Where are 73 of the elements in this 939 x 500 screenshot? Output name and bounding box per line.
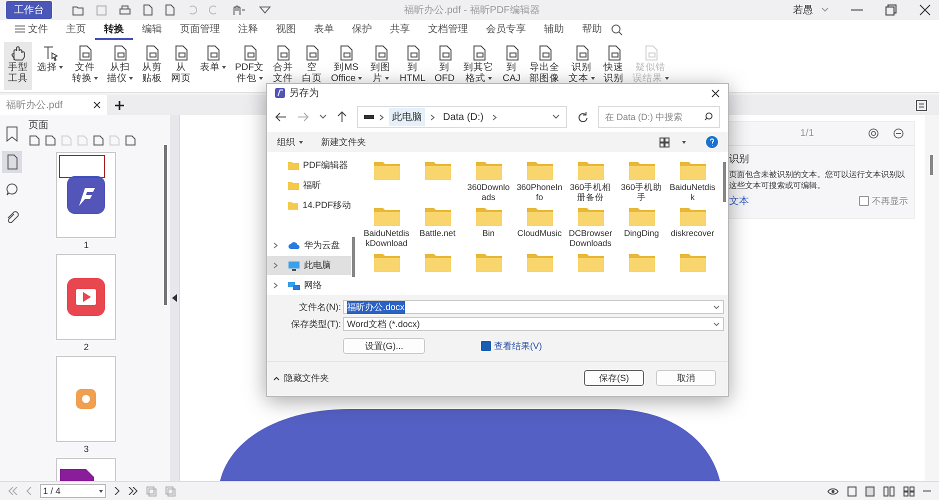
page-number: 1: [84, 240, 89, 250]
ribbon-tab[interactable]: 文档管理: [419, 20, 477, 40]
ocr-title: 识别: [729, 153, 750, 166]
ribbon-tool-button[interactable]: 到 OFD: [430, 42, 459, 90]
folder-name[interactable]: Battle.net: [414, 228, 460, 238]
ribbon-tab[interactable]: 保护: [343, 20, 381, 40]
document-tab[interactable]: 福昕办公.pdf: [0, 95, 107, 115]
ribbon-tab[interactable]: 表单: [305, 20, 343, 40]
ribbon-tab[interactable]: 共享: [381, 20, 419, 40]
ribbon-tab[interactable]: 编辑: [133, 20, 171, 40]
filename-field[interactable]: 福昕办公.docx: [343, 300, 724, 314]
ribbon-tool-button[interactable]: 选择: [33, 42, 67, 90]
folder-name[interactable]: Bin: [466, 228, 512, 238]
view-result-checkbox[interactable]: 查看结果(V): [481, 340, 542, 352]
nav-item[interactable]: 14.PDF移动: [267, 196, 351, 215]
ribbon-tool-button[interactable]: 从扫 描仪: [103, 42, 137, 90]
ribbon-tab[interactable]: 视图: [267, 20, 305, 40]
new-folder-button[interactable]: 新建文件夹: [321, 136, 366, 148]
folder-name[interactable]: diskrecover: [670, 228, 716, 238]
ribbon-tool-button[interactable]: 文件 转换: [68, 42, 102, 90]
nav-item[interactable]: PDF编辑器: [267, 156, 351, 175]
page-number: 2: [84, 342, 89, 352]
page-number-field[interactable]: 1 / 4: [40, 484, 106, 498]
ribbon-tool-button[interactable]: 从 网页: [167, 42, 195, 90]
page-indicator: 1/1: [800, 128, 814, 139]
page-number: 3: [84, 444, 89, 454]
document-tab-label: 福昕办公.pdf: [6, 98, 63, 112]
organize-button[interactable]: 组织: [277, 136, 303, 148]
ribbon-tab[interactable]: 帮助: [573, 20, 611, 40]
file-menu[interactable]: 文件: [6, 20, 57, 40]
nav-item[interactable]: 福昕: [267, 176, 351, 195]
ribbon-tool-button[interactable]: 到 CAJ: [498, 42, 525, 90]
ribbon-tool-button[interactable]: 手型 工具: [4, 42, 32, 90]
dialog-title: 另存为: [289, 86, 319, 100]
folder-name[interactable]: DingDing: [618, 228, 664, 238]
folder-name[interactable]: BaiduNetdiskDownload: [364, 228, 410, 248]
panel-title: 页面: [28, 119, 50, 132]
ribbon-tool-button[interactable]: 到 HTML: [396, 42, 430, 90]
ribbon-tab[interactable]: 注释: [229, 20, 267, 40]
nav-item[interactable]: 网络: [267, 276, 351, 295]
ribbon-tab[interactable]: 主页: [57, 20, 95, 40]
ribbon-tool-button[interactable]: 导出全 部图像: [526, 42, 564, 90]
ribbon-tab[interactable]: 页面管理: [171, 20, 229, 40]
ribbon-tool-button[interactable]: 快速 识别: [600, 42, 628, 90]
ribbon-tab[interactable]: 辅助: [535, 20, 573, 40]
user-name: 若愚: [792, 4, 813, 17]
window-title: 福昕办公.pdf - 福昕PDF编辑器: [404, 4, 540, 17]
breadcrumb-item[interactable]: 此电脑: [389, 108, 425, 126]
folder-name[interactable]: BaiduNetdisk: [670, 182, 716, 202]
folder-name[interactable]: 360手机相册备份: [568, 182, 614, 202]
nav-item[interactable]: 此电脑: [267, 256, 351, 275]
file-type-dropdown[interactable]: Word文档 (*.docx): [343, 317, 724, 331]
search-field[interactable]: 在 Data (D:) 中搜索: [598, 106, 720, 128]
field-label: 保存类型(T):: [290, 318, 341, 330]
settings-button[interactable]: 设置(G)...: [343, 338, 425, 354]
field-label: 文件名(N):: [298, 300, 341, 314]
folder-name[interactable]: 360Downloads: [466, 182, 512, 202]
ribbon-tool-button[interactable]: 表单: [196, 42, 230, 90]
folder-name[interactable]: CloudMusic: [516, 228, 562, 238]
folder-name[interactable]: DCBrowserDownloads: [568, 228, 614, 248]
breadcrumb-item[interactable]: Data (D:): [440, 110, 487, 124]
nav-item[interactable]: 华为云盘: [267, 236, 351, 255]
ocr-message: 页面包含未被识别的文本。您可以运行文本识别以 这些文本可搜索或可编辑。: [729, 169, 906, 191]
workbench-button[interactable]: 工作台: [6, 1, 52, 19]
ocr-link[interactable]: 文本: [729, 194, 750, 208]
ribbon-tab[interactable]: 会员专享: [477, 20, 535, 40]
folder-name[interactable]: 360手机助手: [618, 182, 664, 202]
cancel-button[interactable]: 取消: [656, 370, 716, 386]
folder-name[interactable]: 360PhoneInfo: [516, 182, 562, 202]
ribbon-tool-button[interactable]: 从剪 贴板: [138, 42, 166, 90]
hide-folders-button[interactable]: 隐藏文件夹: [273, 372, 329, 384]
address-bar[interactable]: 此电脑 Data (D:): [357, 106, 567, 128]
save-button[interactable]: 保存(S): [584, 370, 644, 386]
